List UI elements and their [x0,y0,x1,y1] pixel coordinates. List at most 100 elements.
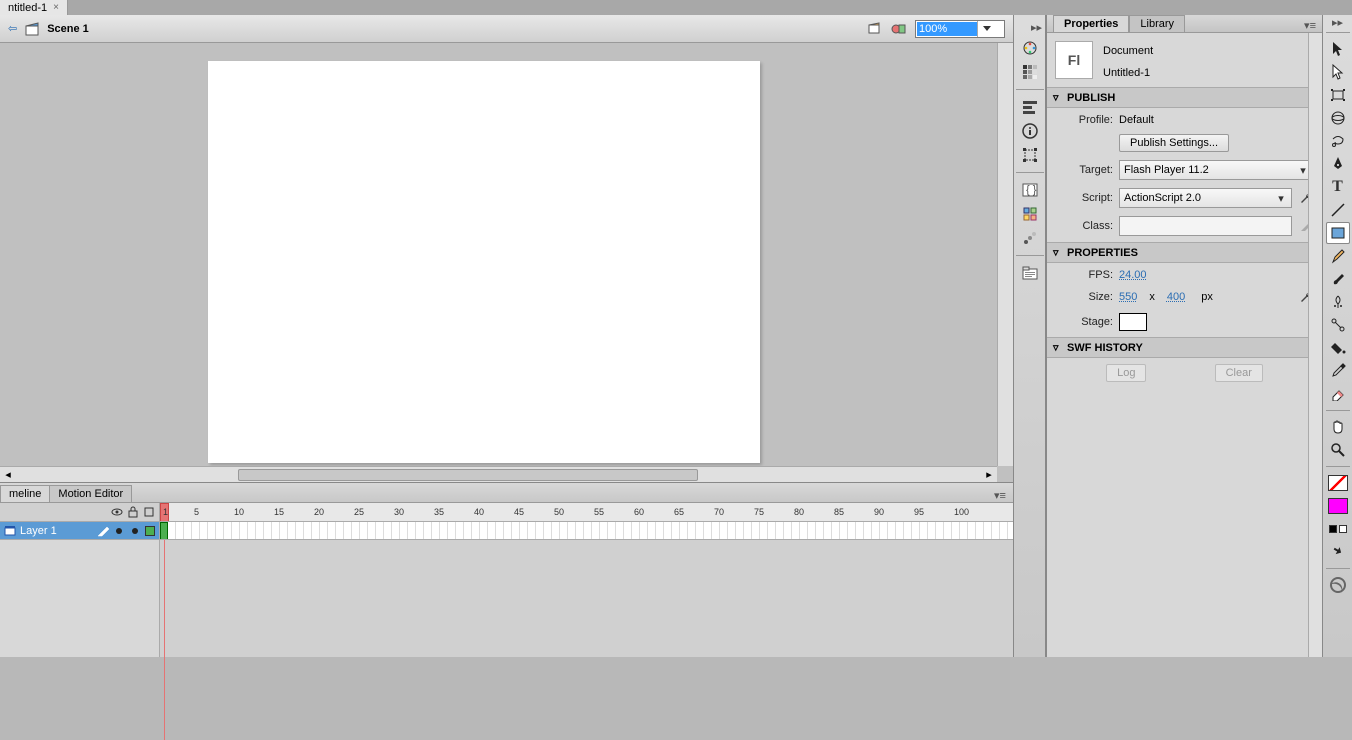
visibility-header-icon[interactable] [111,506,123,518]
subselection-tool-icon[interactable] [1326,61,1350,83]
snap-to-object-icon[interactable] [1326,574,1350,596]
tab-motion-editor[interactable]: Motion Editor [49,485,132,502]
scroll-left-arrow-icon[interactable]: ◂ [0,468,16,482]
class-label: Class: [1055,220,1113,232]
class-input[interactable] [1119,216,1292,236]
tab-properties[interactable]: Properties [1053,15,1129,32]
info-panel-icon[interactable] [1018,120,1042,142]
horizontal-scrollbar[interactable]: ◂ ▸ [0,466,997,482]
deco-tool-icon[interactable] [1326,291,1350,313]
bone-tool-icon[interactable] [1326,314,1350,336]
tab-timeline[interactable]: meline [0,485,50,502]
scroll-right-arrow-icon[interactable]: ▸ [981,468,997,482]
stage-color-swatch[interactable] [1119,313,1147,331]
zoom-input[interactable] [917,22,977,36]
keyframe[interactable] [160,522,168,540]
dock-expand-icon[interactable]: ▸▸ [1014,21,1045,35]
file-tab-label: ntitled-1 [8,2,47,14]
file-tab[interactable]: ntitled-1 × [0,0,68,15]
pen-tool-icon[interactable] [1326,153,1350,175]
horizontal-scroll-thumb[interactable] [238,469,698,481]
close-icon[interactable]: × [53,2,59,13]
document-name-label: Untitled-1 [1103,67,1153,79]
panel-menu-icon[interactable]: ▾≡ [993,489,1013,502]
profile-label: Profile: [1055,114,1113,126]
frame-ruler[interactable]: 1 5 10 15 20 25 30 35 40 45 50 55 60 65 [160,503,1013,522]
file-tabs-bar: ntitled-1 × [0,0,1352,15]
stage-canvas[interactable] [208,61,760,463]
outline-header-icon[interactable] [143,506,155,518]
text-tool-icon[interactable]: T [1326,176,1350,198]
playhead-line [164,540,165,740]
stage-height-value[interactable]: 400 [1167,291,1185,303]
motion-presets-icon[interactable] [1018,227,1042,249]
zoom-input-group[interactable] [915,20,1005,38]
pencil-icon [97,525,109,537]
back-arrow-icon[interactable]: ⇦ [8,22,17,35]
stage-width-value[interactable]: 550 [1119,291,1137,303]
layer-outline-swatch[interactable] [145,526,155,536]
ruler-tick: 50 [554,507,564,517]
line-tool-icon[interactable] [1326,199,1350,221]
lock-header-icon[interactable] [127,506,139,518]
script-label: Script: [1055,192,1113,204]
edit-symbols-icon[interactable] [891,22,907,36]
ruler-tick: 1 [163,507,168,517]
align-panel-icon[interactable] [1018,96,1042,118]
layer-row[interactable]: Layer 1 [0,522,159,540]
ruler-tick: 85 [834,507,844,517]
brush-tool-icon[interactable] [1326,268,1350,290]
target-label: Target: [1055,164,1113,176]
components-panel-icon[interactable] [1018,203,1042,225]
layer-lock-dot[interactable] [132,528,138,534]
3d-rotation-tool-icon[interactable] [1326,107,1350,129]
hand-tool-icon[interactable] [1326,416,1350,438]
stage-color-label: Stage: [1055,316,1113,328]
paint-bucket-tool-icon[interactable] [1326,337,1350,359]
code-snippets-icon[interactable]: { } [1018,179,1042,201]
tools-expand-icon[interactable]: ▸▸ [1324,17,1352,27]
section-properties-header[interactable]: ▿ PROPERTIES [1047,242,1322,263]
eyedropper-tool-icon[interactable] [1326,360,1350,382]
pencil-tool-icon[interactable] [1326,245,1350,267]
icon-dock: ▸▸ { } [1013,15,1046,657]
layer-visibility-dot[interactable] [116,528,122,534]
ruler-tick: 90 [874,507,884,517]
fill-color-swatch[interactable] [1326,495,1350,517]
layers-column: Layer 1 [0,503,160,657]
default-colors-icon[interactable] [1326,518,1350,540]
edit-scene-icon[interactable] [867,22,883,36]
script-dropdown[interactable]: ActionScript 2.0 ▾ [1119,188,1292,208]
section-properties-title: PROPERTIES [1067,247,1138,259]
section-publish-header[interactable]: ▿ PUBLISH [1047,87,1322,108]
zoom-dropdown-arrow[interactable] [977,21,995,37]
rectangle-tool-icon[interactable] [1326,222,1350,244]
transform-panel-icon[interactable] [1018,144,1042,166]
ruler-tick: 55 [594,507,604,517]
eraser-tool-icon[interactable] [1326,383,1350,405]
swap-colors-icon[interactable] [1326,541,1350,563]
target-dropdown-value: Flash Player 11.2 [1124,164,1209,176]
selection-tool-icon[interactable] [1326,38,1350,60]
ruler-tick: 40 [474,507,484,517]
frames-track[interactable] [160,522,1013,540]
color-panel-icon[interactable] [1018,37,1042,59]
target-dropdown[interactable]: Flash Player 11.2 ▾ [1119,160,1314,180]
zoom-tool-icon[interactable] [1326,439,1350,461]
document-type-icon: Fl [1055,41,1093,79]
vertical-scrollbar[interactable] [997,43,1013,466]
ruler-tick: 65 [674,507,684,517]
stroke-color-swatch[interactable] [1326,472,1350,494]
publish-settings-button[interactable]: Publish Settings... [1119,134,1229,152]
panel-vertical-scrollbar[interactable] [1308,33,1322,657]
section-swf-history-header[interactable]: ▿ SWF HISTORY [1047,337,1322,358]
tab-library[interactable]: Library [1129,15,1185,32]
ruler-tick: 20 [314,507,324,517]
free-transform-tool-icon[interactable] [1326,84,1350,106]
panel-menu-icon[interactable]: ▾≡ [1304,19,1322,32]
ruler-tick: 35 [434,507,444,517]
swatches-panel-icon[interactable] [1018,61,1042,83]
fps-value[interactable]: 24.00 [1119,269,1147,281]
project-panel-icon[interactable] [1018,262,1042,284]
lasso-tool-icon[interactable] [1326,130,1350,152]
